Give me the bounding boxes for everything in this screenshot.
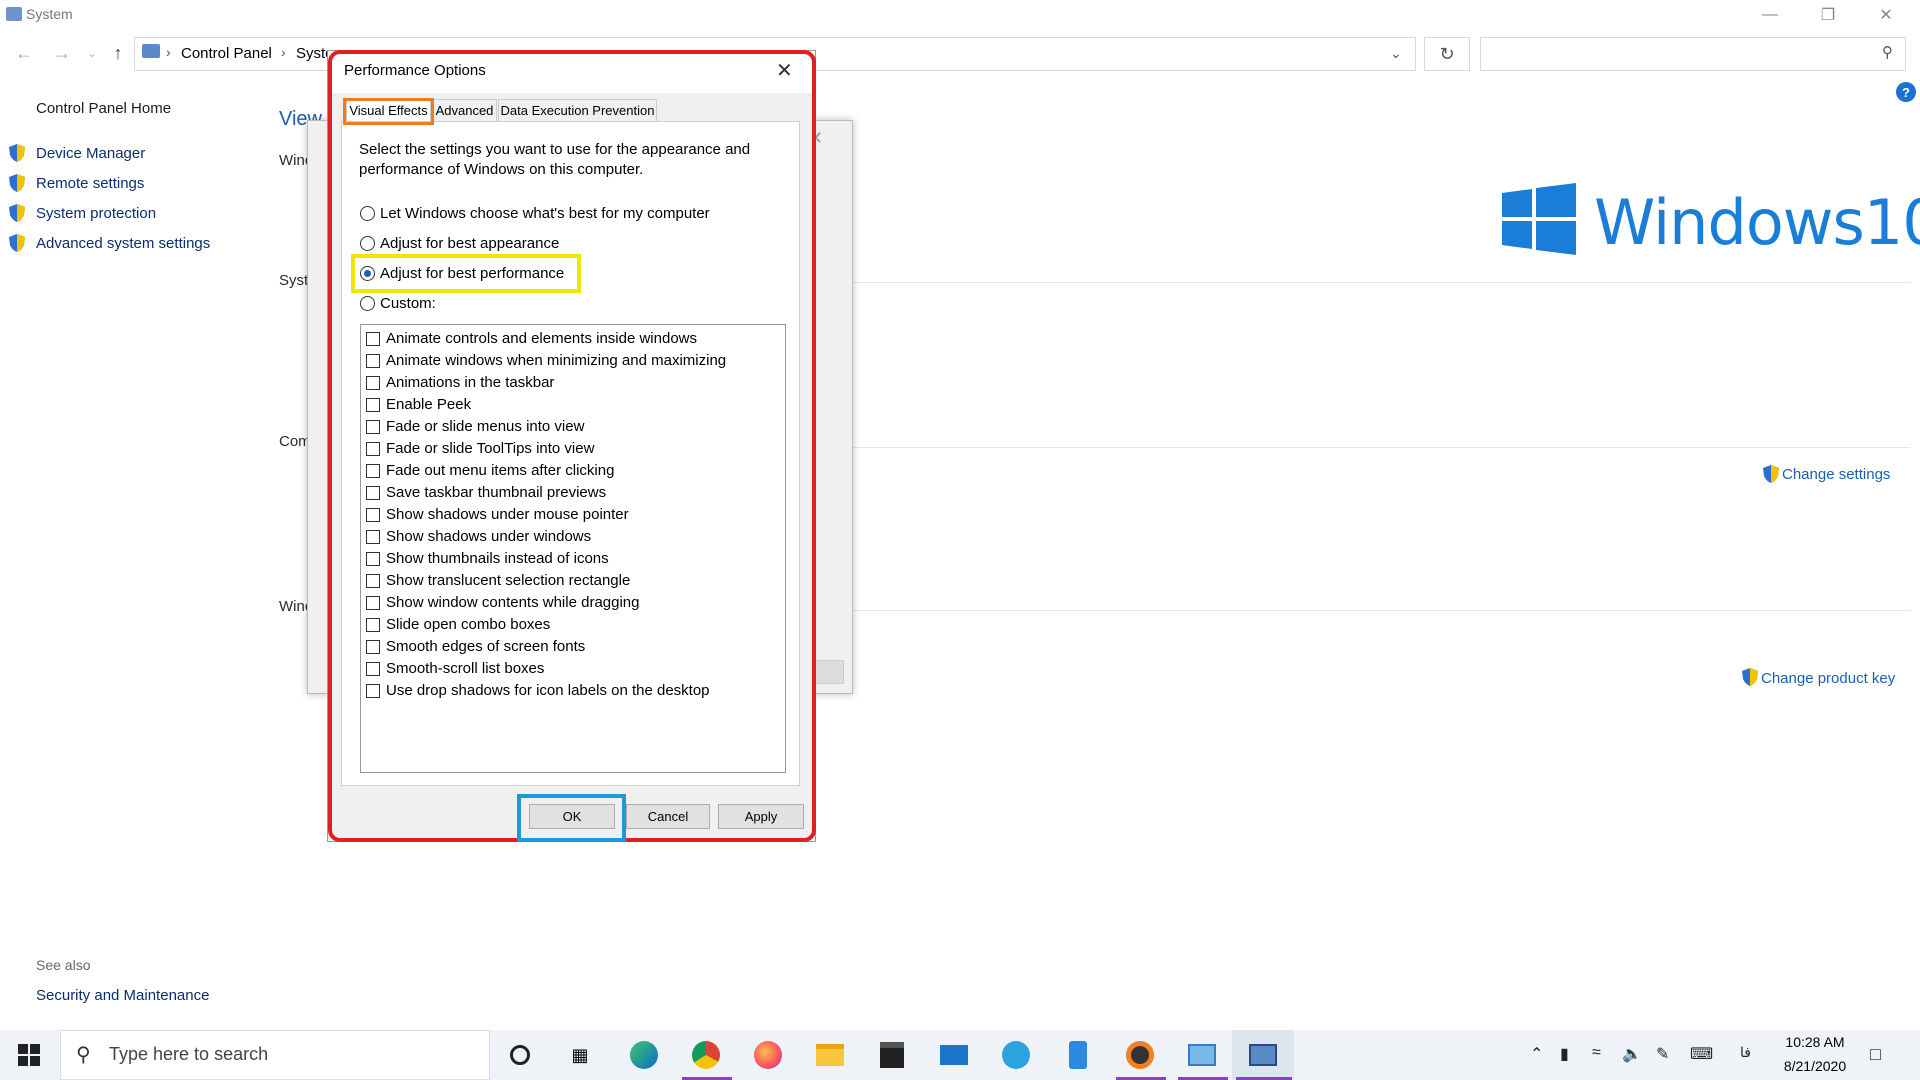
control-panel-icon	[142, 44, 160, 58]
media-player-icon[interactable]	[1120, 1038, 1160, 1072]
notifications-icon[interactable]: □	[1870, 1044, 1881, 1065]
clock-date[interactable]: 8/21/2020	[1775, 1058, 1855, 1074]
chevron-down-icon[interactable]: ⌄	[1390, 45, 1402, 62]
shield-icon	[9, 204, 25, 222]
close-window-button[interactable]: ✕	[1857, 0, 1915, 30]
highlight-best-performance	[351, 254, 581, 293]
search-icon[interactable]: ⚲	[1882, 43, 1893, 61]
window-title: System	[26, 6, 73, 22]
volume-icon[interactable]: 🔈	[1622, 1044, 1642, 1064]
language-indicator[interactable]: فا	[1740, 1044, 1751, 1061]
windows-logo-icon	[1502, 183, 1576, 255]
divider	[820, 282, 1910, 283]
highlight-ok-button	[517, 794, 626, 842]
refresh-icon[interactable]: ↻	[1424, 37, 1470, 71]
wifi-icon[interactable]: ≈	[1592, 1044, 1601, 1062]
store-icon[interactable]	[872, 1038, 912, 1072]
system-icon	[6, 7, 22, 21]
control-panel-home-link[interactable]: Control Panel Home	[36, 100, 171, 117]
chrome-icon[interactable]	[686, 1038, 726, 1072]
minimize-button[interactable]: —	[1741, 0, 1799, 30]
restore-button[interactable]: ❐	[1799, 0, 1857, 30]
mail-icon[interactable]	[934, 1038, 974, 1072]
up-arrow-icon[interactable]: ↑	[104, 38, 132, 68]
behind-button[interactable]	[814, 660, 844, 684]
remote-settings-link[interactable]: Remote settings	[36, 175, 144, 192]
advanced-system-settings-link[interactable]: Advanced system settings	[36, 235, 210, 252]
taskbar-search-placeholder: Type here to search	[109, 1044, 269, 1064]
chevron-right-icon: ›	[281, 44, 286, 60]
forward-arrow-icon[interactable]: →	[48, 38, 76, 68]
chevron-up-icon[interactable]: ⌃	[1530, 1044, 1543, 1064]
help-icon[interactable]: ?	[1896, 82, 1916, 102]
telegram-icon[interactable]	[996, 1038, 1036, 1072]
shield-icon	[9, 174, 25, 192]
shield-icon	[1742, 668, 1758, 686]
edge-icon[interactable]	[624, 1038, 664, 1072]
title-bar	[0, 0, 1920, 30]
keyboard-icon[interactable]: ⌨	[1690, 1044, 1713, 1064]
highlight-dialog	[328, 50, 816, 842]
highlight-visual-effects-tab	[343, 98, 434, 125]
battery-icon[interactable]: ▮	[1560, 1044, 1569, 1064]
search-input[interactable]	[1480, 37, 1906, 71]
windows-start-icon[interactable]	[18, 1044, 40, 1066]
change-product-key-link[interactable]: Change product key	[1761, 670, 1895, 687]
cortana-icon[interactable]	[500, 1038, 540, 1072]
see-also-heading: See also	[36, 957, 91, 973]
security-maintenance-link[interactable]: Security and Maintenance	[36, 987, 209, 1004]
windows-10-logo-text: Windows10	[1594, 186, 1920, 259]
divider	[820, 447, 1910, 448]
shield-icon	[9, 144, 25, 162]
shield-icon	[1763, 465, 1779, 483]
change-settings-link[interactable]: Change settings	[1782, 466, 1890, 483]
pen-icon[interactable]: ✎	[1656, 1044, 1669, 1064]
file-explorer-icon[interactable]	[810, 1038, 850, 1072]
control-panel-taskbar-icon[interactable]	[1182, 1038, 1222, 1072]
task-view-icon[interactable]: ▦	[560, 1038, 600, 1072]
system-protection-link[interactable]: System protection	[36, 205, 156, 222]
section-label-computer-name: Com	[279, 433, 311, 450]
breadcrumb-control-panel[interactable]: Control Panel	[181, 45, 272, 62]
search-icon: ⚲	[76, 1044, 91, 1066]
back-arrow-icon[interactable]: ←	[10, 38, 38, 68]
chevron-right-icon: ›	[166, 44, 171, 60]
system-window-icon[interactable]	[1243, 1038, 1283, 1072]
phone-app-icon[interactable]	[1058, 1038, 1098, 1072]
firefox-icon[interactable]	[748, 1038, 788, 1072]
shield-icon	[9, 234, 25, 252]
device-manager-link[interactable]: Device Manager	[36, 145, 145, 162]
divider	[820, 610, 1910, 611]
clock-time[interactable]: 10:28 AM	[1780, 1034, 1850, 1050]
recent-dropdown-icon[interactable]: ⌄	[78, 38, 106, 68]
